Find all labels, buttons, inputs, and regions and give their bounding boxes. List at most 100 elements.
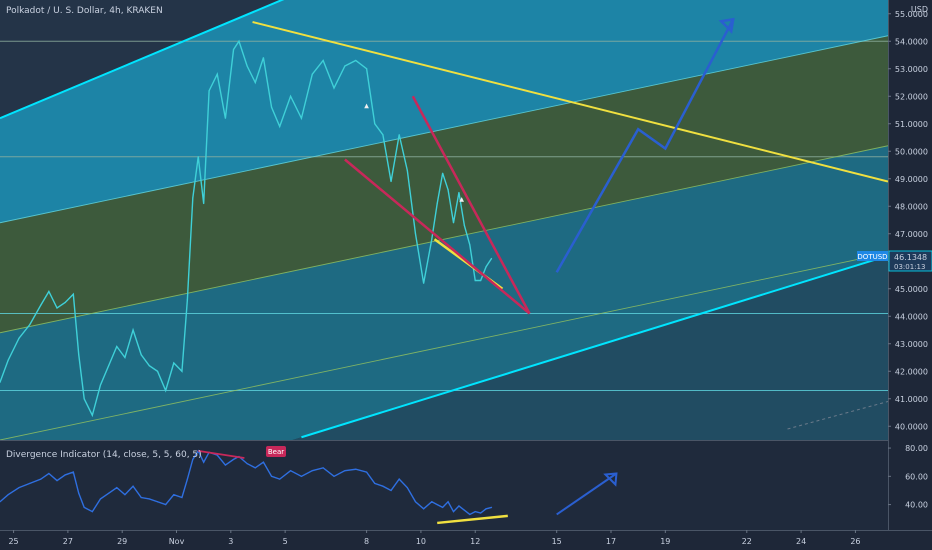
- indicator-data-point: [300, 475, 303, 477]
- indicator-tick-label: 80.00: [905, 444, 928, 453]
- indicator-data-point: [322, 467, 324, 469]
- indicator-data-point: [116, 487, 118, 489]
- time-tick-label: 19: [660, 537, 670, 546]
- price-data-point: [311, 73, 313, 75]
- price-data-point: [447, 189, 449, 191]
- price-data-point: [203, 202, 205, 205]
- price-data-point: [108, 365, 110, 367]
- indicator-data-point: [124, 494, 126, 496]
- price-tick-label: 45.0000: [895, 285, 928, 294]
- time-tick-label: 24: [796, 537, 806, 546]
- indicator-data-point: [469, 513, 471, 516]
- price-data-point: [64, 301, 66, 304]
- price-data-point: [344, 65, 346, 67]
- price-data-point: [173, 362, 175, 364]
- price-tick-label: 51.0000: [895, 120, 928, 129]
- indicator-data-point: [232, 458, 235, 460]
- price-data-point: [216, 73, 218, 75]
- price-data-point: [156, 370, 159, 372]
- indicator-data-point: [289, 470, 292, 472]
- price-data-point: [458, 191, 460, 194]
- indicator-data-point: [72, 471, 74, 473]
- bear-badge: Bear: [266, 446, 286, 457]
- time-tick-label: 15: [552, 537, 562, 546]
- price-data-point: [78, 354, 80, 356]
- price-tag-countdown: 03:01:13: [894, 263, 925, 271]
- indicator-data-point: [140, 496, 142, 499]
- price-data-point: [431, 238, 433, 240]
- price-data-point: [56, 307, 58, 309]
- indicator-data-point: [447, 501, 449, 503]
- price-data-point: [398, 134, 400, 136]
- indicator-data-point: [224, 464, 226, 466]
- indicator-data-point: [458, 505, 460, 507]
- price-data-point: [186, 299, 188, 301]
- indicator-data-point: [333, 475, 335, 477]
- price-data-point: [91, 414, 93, 416]
- indicator-data-point: [181, 496, 183, 499]
- time-axis[interactable]: [0, 530, 932, 550]
- indicator-data-point: [480, 512, 482, 514]
- indicator-data-point: [366, 471, 368, 473]
- price-data-point: [181, 370, 183, 372]
- indicator-data-point: [18, 487, 20, 489]
- price-tick-label: 47.0000: [895, 230, 928, 239]
- price-tag-value: 46.1348: [894, 253, 927, 262]
- indicator-tick-label: 40.00: [905, 501, 928, 510]
- indicator-data-point: [91, 511, 93, 513]
- price-data-point: [423, 282, 425, 284]
- indicator-data-point: [463, 509, 465, 511]
- indicator-data-point: [485, 508, 487, 510]
- price-tick-label: 53.0000: [895, 65, 928, 74]
- price-data-point: [72, 293, 74, 295]
- price-data-point: [480, 279, 482, 282]
- indicator-data-point: [490, 506, 493, 508]
- price-data-point: [132, 329, 134, 331]
- price-data-point: [192, 197, 194, 199]
- price-data-point: [390, 180, 392, 183]
- indicator-data-point: [156, 501, 159, 503]
- indicator-data-point: [56, 479, 58, 482]
- price-data-point: [197, 156, 199, 158]
- symbol-tag-label: DOTUSD: [857, 253, 887, 261]
- chart-title: Polkadot / U. S. Dollar, 4h, KRAKEN: [6, 6, 163, 16]
- price-data-point: [83, 398, 85, 400]
- time-tick-label: 29: [117, 537, 127, 546]
- price-data-point: [246, 65, 248, 67]
- indicator-data-point: [99, 498, 102, 500]
- indicator-data-point: [254, 467, 256, 469]
- indicator-data-point: [40, 478, 42, 480]
- time-tick-label: 26: [850, 537, 860, 546]
- price-data-point: [442, 172, 444, 174]
- price-tick-label: 54.0000: [895, 37, 928, 46]
- time-tick-label: 22: [742, 537, 752, 546]
- price-data-point: [224, 117, 226, 119]
- symbol-tag: DOTUSD: [857, 251, 888, 261]
- indicator-data-point: [452, 511, 455, 513]
- price-tick-label: 40.0000: [895, 422, 928, 431]
- price-tick-label: 44.0000: [895, 312, 928, 321]
- indicator-data-point: [406, 487, 408, 489]
- indicator-data-point: [423, 508, 425, 510]
- price-data-point: [469, 244, 471, 246]
- price-data-point: [452, 222, 455, 224]
- price-data-point: [7, 359, 9, 361]
- price-data-point: [165, 389, 167, 392]
- price-data-point: [124, 356, 126, 359]
- price-data-point: [289, 95, 292, 97]
- price-data-point: [279, 125, 281, 128]
- indicator-data-point: [165, 503, 167, 506]
- price-data-point: [29, 323, 31, 326]
- price-data-point: [262, 57, 265, 59]
- indicator-data-point: [436, 503, 438, 506]
- indicator-data-point: [132, 485, 134, 487]
- indicator-data-point: [262, 461, 265, 463]
- indicator-data-point: [344, 470, 346, 472]
- price-tick-label: 41.0000: [895, 395, 928, 404]
- price-data-point: [485, 266, 487, 268]
- indicator-data-point: [48, 472, 50, 475]
- price-data-point: [374, 123, 376, 125]
- indicator-data-point: [186, 478, 188, 480]
- trading-chart[interactable]: ▲ ▲ Polkadot / U. S. Dollar, 4h, KRAKEN D…: [0, 0, 932, 550]
- price-data-point: [436, 202, 438, 205]
